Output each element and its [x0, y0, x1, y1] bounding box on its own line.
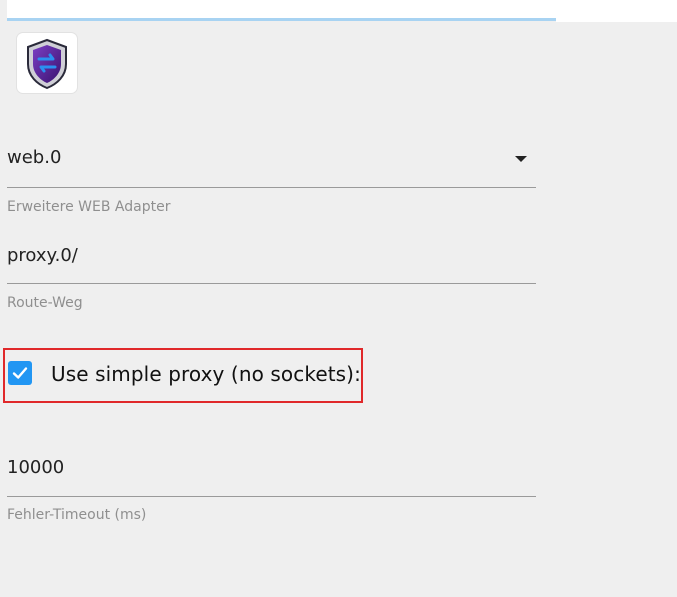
- web-adapter-value: web.0: [7, 147, 62, 168]
- route-helper: Route-Weg: [7, 295, 83, 311]
- simple-proxy-label[interactable]: Use simple proxy (no sockets):: [51, 362, 361, 386]
- simple-proxy-checkbox[interactable]: [8, 361, 32, 385]
- chevron-down-icon[interactable]: [515, 156, 527, 162]
- tab-bar: [7, 0, 556, 19]
- error-timeout-helper: Fehler-Timeout (ms): [7, 507, 147, 523]
- error-timeout-input[interactable]: 10000: [7, 457, 64, 478]
- web-adapter-underline: [7, 187, 536, 188]
- shield-swap-icon: [27, 38, 67, 90]
- route-input[interactable]: proxy.0/: [7, 245, 78, 266]
- adapter-logo: [17, 33, 77, 93]
- error-timeout-field[interactable]: 10000 Fehler-Timeout (ms): [7, 448, 536, 528]
- web-adapter-helper: Erweitere WEB Adapter: [7, 199, 171, 215]
- checkmark-icon: [12, 367, 28, 379]
- route-field[interactable]: proxy.0/ Route-Weg: [7, 236, 536, 316]
- error-timeout-underline: [7, 496, 536, 497]
- web-adapter-select[interactable]: web.0 Erweitere WEB Adapter: [7, 140, 536, 220]
- active-tab-indicator: [7, 18, 556, 21]
- top-right-panel: [556, 0, 677, 22]
- route-underline: [7, 283, 536, 284]
